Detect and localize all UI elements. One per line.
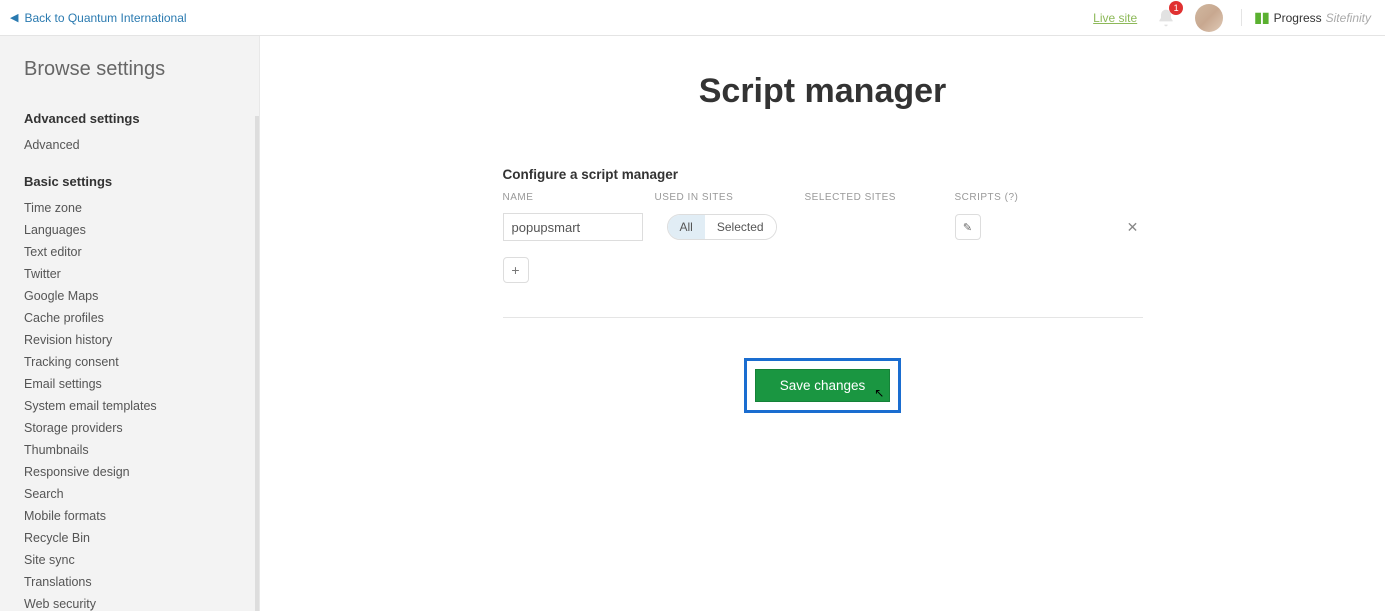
panel-divider <box>503 317 1143 318</box>
script-manager-panel: Configure a script manager NAME USED IN … <box>503 167 1143 413</box>
notification-bell[interactable]: 1 <box>1151 3 1181 33</box>
sidebar-item-translations[interactable]: Translations <box>24 571 259 593</box>
sidebar-item-languages[interactable]: Languages <box>24 219 259 241</box>
basic-settings-head: Basic settings <box>24 174 259 189</box>
sidebar-item-text-editor[interactable]: Text editor <box>24 241 259 263</box>
col-header-selected-sites: SELECTED SITES <box>805 192 955 203</box>
sidebar-item-cache-profiles[interactable]: Cache profiles <box>24 307 259 329</box>
sidebar-item-tracking-consent[interactable]: Tracking consent <box>24 351 259 373</box>
notification-badge: 1 <box>1169 1 1183 15</box>
col-header-used: USED IN SITES <box>655 192 805 203</box>
sidebar-item-recycle-bin[interactable]: Recycle Bin <box>24 527 259 549</box>
sidebar-item-mobile-formats[interactable]: Mobile formats <box>24 505 259 527</box>
sidebar-item-thumbnails[interactable]: Thumbnails <box>24 439 259 461</box>
sidebar-item-system-email-templates[interactable]: System email templates <box>24 395 259 417</box>
segmented-all[interactable]: All <box>668 215 705 239</box>
add-script-button[interactable]: + <box>503 257 529 283</box>
sidebar-item-revision-history[interactable]: Revision history <box>24 329 259 351</box>
settings-sidebar: Browse settings Advanced settings Advanc… <box>0 36 260 611</box>
edit-script-button[interactable]: ✎ <box>955 214 981 240</box>
sidebar-item-twitter[interactable]: Twitter <box>24 263 259 285</box>
sidebar-item-search[interactable]: Search <box>24 483 259 505</box>
page-title: Script manager <box>300 72 1345 111</box>
table-header-row: NAME USED IN SITES SELECTED SITES SCRIPT… <box>503 192 1143 203</box>
close-icon: ✕ <box>1127 219 1139 236</box>
save-changes-button[interactable]: Save changes <box>755 369 891 402</box>
brand-sub: Sitefinity <box>1326 11 1371 25</box>
script-row: All Selected ✎ ✕ <box>503 209 1143 245</box>
topbar-left: ◀ Back to Quantum International <box>10 11 187 25</box>
back-link[interactable]: Back to Quantum International <box>24 11 186 25</box>
topbar-right: Live site 1 ▮▮ Progress Sitefinity <box>1093 3 1371 33</box>
save-button-highlight: Save changes ↖ <box>744 358 902 413</box>
sidebar-item-email-settings[interactable]: Email settings <box>24 373 259 395</box>
sidebar-item-time-zone[interactable]: Time zone <box>24 197 259 219</box>
col-header-name: NAME <box>503 192 655 203</box>
plus-icon: + <box>511 262 519 278</box>
topbar: ◀ Back to Quantum International Live sit… <box>0 0 1385 36</box>
progress-logo-icon: ▮▮ <box>1254 9 1269 26</box>
brand: ▮▮ Progress Sitefinity <box>1241 9 1371 26</box>
panel-label: Configure a script manager <box>503 167 1143 182</box>
sidebar-item-site-sync[interactable]: Site sync <box>24 549 259 571</box>
advanced-settings-head: Advanced settings <box>24 111 259 126</box>
used-in-sites-segmented: All Selected <box>667 214 777 240</box>
pencil-icon: ✎ <box>963 221 972 234</box>
sidebar-item-advanced[interactable]: Advanced <box>24 134 259 156</box>
sidebar-item-google-maps[interactable]: Google Maps <box>24 285 259 307</box>
col-header-scripts: SCRIPTS (?) <box>955 192 1143 203</box>
user-avatar[interactable] <box>1195 4 1223 32</box>
brand-name: Progress <box>1274 11 1322 25</box>
back-arrow-icon[interactable]: ◀ <box>10 11 18 24</box>
live-site-link[interactable]: Live site <box>1093 11 1137 25</box>
sidebar-item-storage-providers[interactable]: Storage providers <box>24 417 259 439</box>
script-name-input[interactable] <box>503 213 643 241</box>
sidebar-item-web-security[interactable]: Web security <box>24 593 259 611</box>
browse-settings-title: Browse settings <box>24 58 259 81</box>
segmented-selected[interactable]: Selected <box>705 215 776 239</box>
remove-row-button[interactable]: ✕ <box>1123 217 1143 237</box>
sidebar-item-responsive-design[interactable]: Responsive design <box>24 461 259 483</box>
main-content: Script manager Configure a script manage… <box>260 36 1385 611</box>
